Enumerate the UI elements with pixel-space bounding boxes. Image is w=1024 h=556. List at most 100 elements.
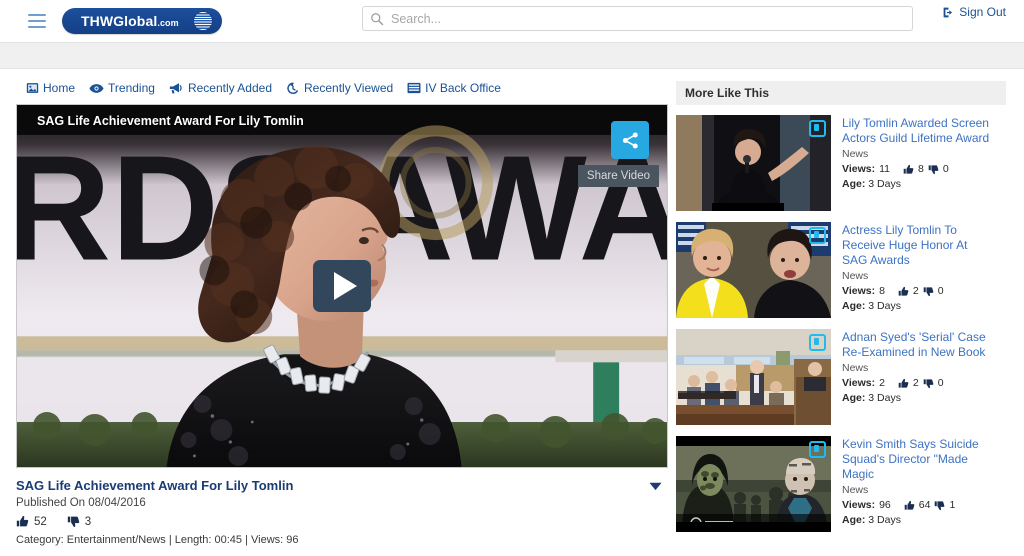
video-badge-icon [809,441,826,458]
sign-out-button[interactable]: Sign Out [942,5,1006,19]
thumbs-down-icon [928,164,939,174]
list-item-stats: Views: 8 2 0 [842,285,992,297]
video-details: Category: Entertainment/News | Length: 0… [16,534,299,546]
list-item-category: News [842,484,869,496]
views-label: Views: [842,499,876,511]
play-button[interactable] [313,260,371,312]
thumbnail-image [676,329,831,425]
nav-label: Recently Added [187,81,272,95]
views-label: Views: [842,163,876,175]
chevron-down-icon [649,482,662,491]
thumbs-up-icon [898,286,909,296]
dislike-count: 0 [937,377,944,389]
hamburger-icon[interactable] [28,14,46,28]
list-item-info: Lily Tomlin Awarded Screen Actors Guild … [842,115,992,211]
thumbnail[interactable] [676,115,831,211]
views-count: 2 [879,377,885,389]
list-item[interactable]: Actress Lily Tomlin To Receive Huge Hono… [676,222,1006,318]
age-value: 3 Days [868,300,901,312]
search-input[interactable] [384,6,912,31]
nav-item-recently-viewed[interactable]: Recently Viewed [286,81,393,95]
list-item-stats: Views: 96 64 1 [842,499,992,511]
thumbs-down-icon [923,378,934,388]
list-item-title[interactable]: Adnan Syed's 'Serial' Case Re-Examined i… [842,330,992,360]
list-item[interactable]: Kevin Smith Says Suicide Squad's Directo… [676,436,1006,532]
dislike-count: 0 [937,285,944,297]
list-item[interactable]: Lily Tomlin Awarded Screen Actors Guild … [676,115,1006,211]
home-icon [26,83,39,93]
thumbs-down-icon [923,286,934,296]
thumbnail[interactable] [676,222,831,318]
logo-text: THWGlobal.com [81,13,179,29]
views-count: 8 [879,285,885,297]
header-divider-band [0,43,1024,69]
video-badge-icon [809,227,826,244]
globe-icon [193,11,213,31]
list-item-age: Age: 3 Days [842,514,992,526]
thumbs-up-icon [898,378,909,388]
play-icon [333,272,357,300]
nav-label: IV Back Office [425,81,501,95]
nav-label: Trending [108,81,155,95]
sidebar-title: More Like This [676,81,1006,105]
nav-label: Home [43,81,76,95]
site-logo[interactable]: THWGlobal.com [62,8,222,34]
nav-item-recently-added[interactable]: Recently Added [169,81,272,95]
views-label: Views: [842,377,876,389]
share-video-button[interactable] [611,121,649,159]
sidebar: More Like This Lily Tomlin Awarded Scree… [676,69,1024,546]
thumbs-down-icon [935,500,945,510]
age-label: Age: [842,178,866,190]
search-bar[interactable] [362,6,913,31]
video-overlay-title: SAG Life Achievement Award For Lily Toml… [37,114,304,128]
nav-label: Recently Viewed [304,81,394,95]
thumbnail[interactable] [676,436,831,532]
nav-item-iv-back-office[interactable]: IV Back Office [407,81,501,95]
thumbnail[interactable] [676,329,831,425]
dislike-count: 0 [942,163,949,175]
dislike-count: 1 [949,499,956,511]
nav-item-trending[interactable]: Trending [89,81,155,95]
main-content: Home Trending Recently Added Recently Vi… [0,69,676,546]
dislike-count: 3 [84,515,92,528]
list-item-category: News [842,362,869,374]
video-badge-icon [809,334,826,351]
list-item-title[interactable]: Kevin Smith Says Suicide Squad's Directo… [842,437,992,482]
thumbs-up-icon [903,164,914,174]
views-count: 96 [879,499,891,511]
video-player[interactable]: RDS AWA SAG Life Achievement Award For L… [16,104,668,468]
sign-out-label: Sign Out [959,5,1006,19]
expand-details-button[interactable] [649,480,662,494]
video-badge-icon [809,120,826,137]
thumbs-up-icon[interactable] [16,515,29,528]
main-nav: Home Trending Recently Added Recently Vi… [0,69,676,104]
age-value: 3 Days [868,392,901,404]
age-value: 3 Days [868,178,901,190]
list-item-age: Age: 3 Days [842,300,992,312]
megaphone-icon [169,83,182,94]
list-item-stats: Views: 11 8 0 [842,163,992,175]
sign-out-icon [943,7,953,17]
age-label: Age: [842,392,866,404]
video-title: SAG Life Achievement Award For Lily Toml… [16,478,294,493]
age-label: Age: [842,300,866,312]
video-published-date: Published On 08/04/2016 [16,497,146,509]
list-item-category: News [842,270,869,282]
history-icon [287,82,298,94]
thumbs-down-icon[interactable] [67,515,80,528]
list-icon [407,82,421,94]
list-item-title[interactable]: Actress Lily Tomlin To Receive Huge Hono… [842,223,992,268]
list-item-info: Kevin Smith Says Suicide Squad's Directo… [842,436,992,532]
age-value: 3 Days [868,514,901,526]
list-item-age: Age: 3 Days [842,392,992,404]
nav-item-home[interactable]: Home [26,81,75,95]
thumbnail-image [676,222,831,318]
like-count: 8 [917,163,924,175]
thumbnail-image [676,115,831,211]
video-vote-row: 52 3 [16,515,668,528]
share-icon [622,132,638,148]
like-count: 2 [912,285,919,297]
list-item[interactable]: Adnan Syed's 'Serial' Case Re-Examined i… [676,329,1006,425]
eye-icon [89,83,104,93]
list-item-title[interactable]: Lily Tomlin Awarded Screen Actors Guild … [842,116,992,146]
